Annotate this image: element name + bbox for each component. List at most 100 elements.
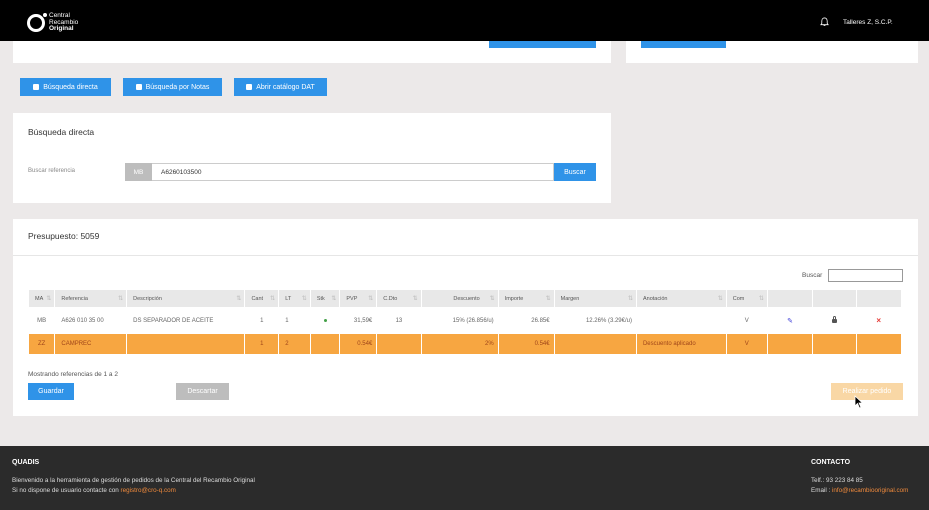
brand-prefix[interactable]: MB (125, 163, 152, 181)
logo-text: Central Recambio Original (49, 12, 78, 33)
col-importe[interactable]: Importe ⇅ (498, 290, 554, 307)
footer-email-label: Email : (811, 487, 832, 494)
cell-ma: MB (37, 317, 47, 324)
col-cdto[interactable]: C.Dto ⇅ (377, 290, 421, 307)
cell-descuento: 2% (421, 334, 498, 354)
top-left-panel (13, 41, 611, 63)
cell-delete (856, 334, 901, 354)
footer-contact-note: Si no dispone de usuario contacte con re… (12, 487, 176, 494)
footer-contact-title: CONTACTO (811, 459, 851, 466)
footer-contact-text: Si no dispone de usuario contacte con (12, 487, 121, 494)
logo[interactable]: Central Recambio Original (27, 12, 78, 33)
cell-pvp: 0.54€ (340, 334, 377, 354)
cell-delete: × (857, 307, 902, 334)
col-referencia[interactable]: Referencia ⇅ (55, 290, 127, 307)
col-descuento[interactable]: Descuento ⇅ (421, 290, 498, 307)
cell-cdto (377, 334, 421, 354)
bell-icon[interactable] (820, 17, 829, 27)
cell-descripcion (127, 334, 245, 354)
notes-search-button[interactable]: Búsqueda por Notas (123, 78, 222, 96)
cell-margen (554, 334, 636, 354)
col-com[interactable]: Com ⇅ (726, 290, 767, 307)
registration-email-link[interactable]: registro@cro-q.com (121, 487, 176, 494)
budget-table: MA ⇅ Referencia ⇅ Descripción ⇅ Cant ⇅ LT ⇅ S… (28, 290, 902, 354)
col-margen[interactable]: Margen ⇅ (554, 290, 636, 307)
direct-search-button[interactable]: Búsqueda directa (20, 78, 111, 96)
place-order-button[interactable]: Realizar pedido (831, 383, 903, 400)
budget-panel: Presupuesto: 5059 Buscar MA ⇅ Referencia ⇅… (13, 219, 918, 416)
cut-off-button[interactable] (641, 41, 726, 48)
search-label: Buscar referencia (28, 168, 76, 174)
cut-off-button[interactable] (489, 41, 596, 48)
delete-icon[interactable]: × (876, 316, 881, 325)
logo-line3: Original (49, 25, 74, 32)
filter-input[interactable] (828, 269, 903, 282)
cell-com: V (744, 317, 749, 324)
cell-cant: 1 (260, 317, 264, 324)
search-button[interactable]: Buscar (554, 163, 596, 181)
info-email-link[interactable]: info@recambiooriginal.com (832, 487, 908, 494)
list-icon (33, 84, 40, 90)
budget-title: Presupuesto: 5059 (28, 231, 100, 241)
cell-anotacion (637, 307, 726, 334)
col-ma[interactable]: MA ⇅ (29, 290, 55, 307)
save-button[interactable]: Guardar (28, 383, 74, 400)
cell-lock (813, 307, 855, 334)
cell-lt: 2 (279, 334, 310, 354)
top-bar: Central Recambio Original Talleres Z, S.… (0, 0, 929, 41)
col-cant[interactable]: Cant ⇅ (245, 290, 279, 307)
logo-icon (27, 12, 47, 32)
table-row[interactable]: ZZ CAMPREC 1 2 0.54€ 2% 0.54€ Descuento … (29, 334, 901, 354)
showing-info: Mostrando referencias de 1 a 2 (28, 371, 118, 378)
filter-label: Buscar (802, 272, 823, 279)
footer-email: Email : info@recambiooriginal.com (811, 487, 908, 494)
direct-search-panel: Búsqueda directa Buscar referencia MB A6… (13, 113, 611, 203)
col-pvp[interactable]: PVP ⇅ (340, 290, 377, 307)
cell-lock (813, 334, 856, 354)
cell-cant: 1 (245, 334, 279, 354)
cell-referencia: CAMPREC (55, 334, 127, 354)
col-anotacion[interactable]: Anotación ⇅ (636, 290, 726, 307)
top-right-panel (626, 41, 918, 63)
cell-margen: 12.26% (3.29€/u) (585, 317, 632, 324)
user-name[interactable]: Talleres Z, S.C.P. (843, 19, 893, 26)
direct-search-label: Búsqueda directa (43, 83, 98, 91)
divider (13, 255, 918, 256)
cell-stk (311, 307, 340, 334)
lock-icon[interactable] (831, 315, 837, 323)
dat-catalog-label: Abrir catálogo DAT (256, 83, 315, 91)
cell-pvp: 31,59€ (353, 317, 373, 324)
table-row[interactable]: MB A626 010 35 00 DS SEPARADOR DE ACEITE… (29, 307, 901, 334)
cell-stk (310, 334, 340, 354)
col-delete (856, 290, 901, 307)
list-icon (135, 84, 142, 90)
col-lt[interactable]: LT ⇅ (279, 290, 310, 307)
panel-title: Búsqueda directa (28, 127, 95, 137)
edit-icon[interactable]: ✎ (787, 318, 793, 325)
col-lock (813, 290, 856, 307)
footer-phone: Telf.: 93 223 84 85 (811, 477, 863, 484)
cell-ma: ZZ (29, 334, 55, 354)
cell-cdto: 13 (395, 317, 403, 324)
cell-descripcion: DS SEPARADOR DE ACEITE (133, 317, 214, 324)
discard-button[interactable]: Descartar (176, 383, 229, 400)
col-descripcion[interactable]: Descripción ⇅ (127, 290, 245, 307)
table-header: MA ⇅ Referencia ⇅ Descripción ⇅ Cant ⇅ LT ⇅ S… (29, 290, 901, 307)
mouse-cursor-icon (854, 395, 864, 409)
cell-descuento: 15% (26.856/u) (452, 317, 494, 324)
cell-edit: ✎ (768, 307, 812, 334)
col-edit (767, 290, 813, 307)
dat-catalog-button[interactable]: Abrir catálogo DAT (234, 78, 327, 96)
stock-indicator-icon (323, 318, 327, 322)
footer: QUADIS Bienvenido a la herramienta de ge… (0, 446, 929, 510)
cell-com: V (726, 334, 767, 354)
footer-brand: QUADIS (12, 459, 40, 466)
reference-input[interactable]: A6260103500 (152, 163, 554, 181)
cell-referencia: A626 010 35 00 (61, 317, 104, 324)
col-stk[interactable]: Stk ⇅ (310, 290, 340, 307)
cell-edit (767, 334, 813, 354)
list-icon (246, 84, 253, 90)
footer-welcome: Bienvenido a la herramienta de gestión d… (12, 477, 255, 484)
cell-importe: 0.54€ (498, 334, 554, 354)
notes-search-label: Búsqueda por Notas (145, 83, 210, 91)
